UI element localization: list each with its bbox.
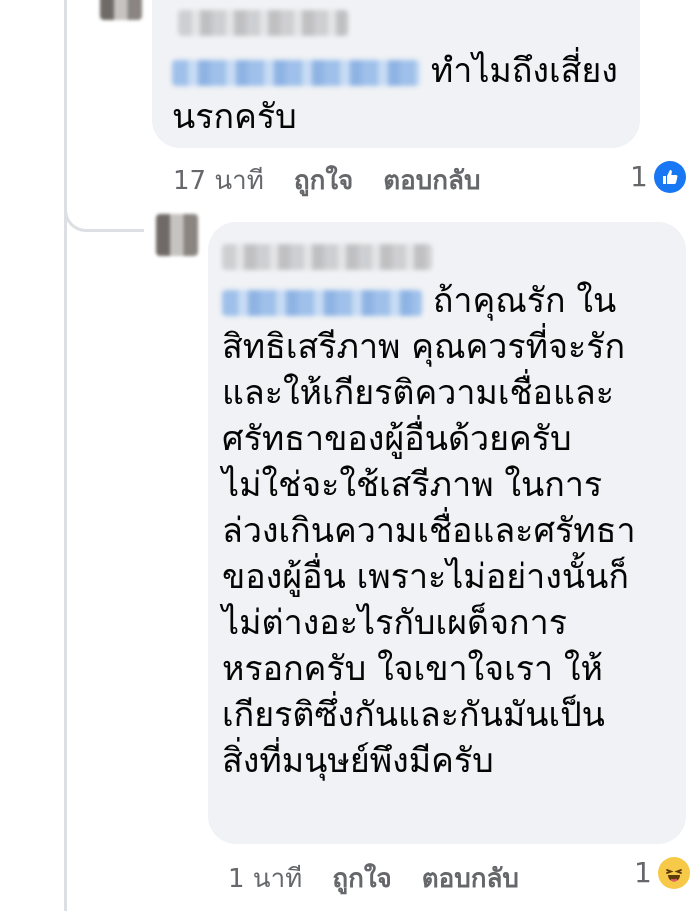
reply-branch-line [64,170,144,232]
comment-text-line: ทำไมถึงเสี่ยง [430,51,618,91]
avatar[interactable] [100,0,142,20]
reaction-count: 1 [630,160,648,193]
comment-text-body: นรกครับ [172,97,297,137]
like-icon [653,160,686,193]
comment-bubble: ถ้าคุณรัก ใน สิทธิเสรีภาพ คุณควรที่จะรัก… [208,222,686,844]
reply-button[interactable]: ตอบกลับ [383,160,480,201]
author-name-blurred[interactable] [222,244,432,270]
laughing-face-icon [665,868,682,881]
comment-actions: 17 นาที ถูกใจ ตอบกลับ [173,160,510,201]
like-button[interactable]: ถูกใจ [332,858,391,899]
like-button[interactable]: ถูกใจ [294,160,353,201]
avatar[interactable] [156,214,198,256]
thread-line [64,0,67,911]
comment-text: ทำไมถึงเสี่ยง นรกครับ [172,48,618,140]
comment-time[interactable]: 17 นาที [173,160,264,201]
comment-bubble: ทำไมถึงเสี่ยง นรกครับ [152,0,640,148]
reaction-summary[interactable]: 1 [634,856,690,889]
reaction-count: 1 [634,856,652,889]
haha-icon [657,856,690,889]
reaction-summary[interactable]: 1 [630,160,686,193]
reply-button[interactable]: ตอบกลับ [422,858,519,899]
mention-blurred[interactable] [222,289,422,316]
comment-actions: 1 นาที ถูกใจ ตอบกลับ [228,858,549,899]
comment-text: ถ้าคุณรัก ใน สิทธิเสรีภาพ คุณควรที่จะรัก… [222,278,636,784]
mention-blurred[interactable] [172,59,420,86]
comment-text-line: ถ้าคุณรัก ใน [432,281,617,321]
comment-text-body: สิทธิเสรีภาพ คุณควรที่จะรัก และให้เกียรต… [222,327,636,781]
comment-time[interactable]: 1 นาที [228,858,302,899]
author-name-blurred[interactable] [178,10,348,36]
thumbs-up-icon [662,169,678,184]
